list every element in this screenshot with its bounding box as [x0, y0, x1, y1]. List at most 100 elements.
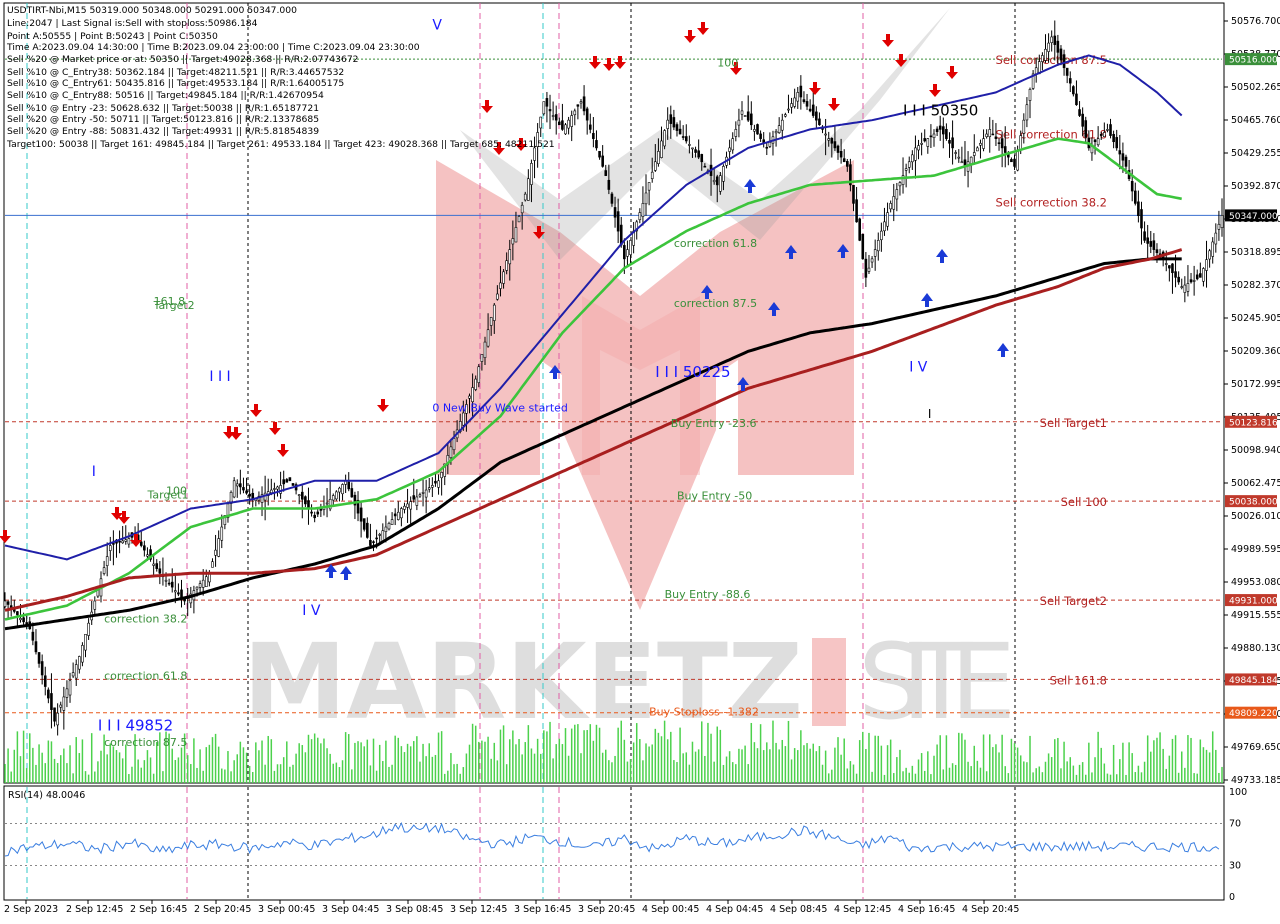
candle-body	[211, 561, 214, 568]
candle-body	[1192, 280, 1196, 282]
candle-body	[976, 147, 979, 152]
candle-body	[793, 97, 796, 107]
candle-body	[288, 477, 292, 482]
y-tick-label: 49733.185	[1231, 775, 1280, 786]
candle-body	[56, 712, 59, 726]
candle-body	[802, 99, 806, 102]
sell-arrow-shaft	[688, 30, 692, 37]
candle-body	[418, 494, 422, 497]
candle-body	[1093, 139, 1097, 143]
candle-body	[297, 494, 301, 496]
y-tick-label: 50392.870	[1231, 181, 1280, 192]
candle-body	[951, 137, 954, 149]
candle-body	[381, 530, 385, 542]
candle-body	[1016, 150, 1019, 171]
candle-body	[93, 600, 97, 610]
chart-annotation: correction 61.8	[674, 237, 757, 250]
candle-body	[1143, 231, 1146, 241]
candle-body	[338, 487, 341, 493]
candle-body	[40, 661, 44, 676]
x-tick-label: 3 Sep 04:45	[322, 904, 379, 915]
level-label: Sell correction 38.2	[996, 195, 1107, 209]
chart-annotation: Buy Entry -88.6	[665, 588, 751, 601]
candle-body	[310, 511, 313, 514]
level-label: Sell 161.8	[1050, 673, 1107, 687]
x-tick-label: 4 Sep 08:45	[770, 904, 827, 915]
candle-body	[777, 125, 781, 134]
candle-body	[960, 161, 964, 164]
candle-body	[78, 656, 81, 670]
candle-body	[737, 119, 741, 126]
candle-body	[304, 496, 307, 505]
candle-body	[300, 491, 304, 500]
candle-body	[870, 258, 874, 263]
candle-body	[170, 581, 174, 588]
buy-arrow-shaft	[841, 251, 845, 258]
candle-body	[610, 193, 614, 204]
candle-body	[839, 150, 843, 158]
candle-body	[954, 152, 957, 154]
candle-body	[880, 230, 883, 241]
candle-body	[155, 563, 159, 569]
candle-body	[657, 151, 660, 164]
chart-annotation: I I I 50225	[655, 363, 730, 381]
candle-body	[654, 161, 657, 171]
rsi-level-label: 100	[1229, 787, 1247, 798]
chart-annotation: I I I	[209, 369, 230, 385]
y-tick-label: 49989.595	[1231, 544, 1280, 555]
candle-body	[873, 249, 877, 257]
sell-arrow-shaft	[485, 100, 489, 107]
header-line: Sell %10 @ Entry -23: 50628.632 || Targe…	[7, 103, 319, 114]
header-line: Sell %10 @ C_Entry38: 50362.184 || Targe…	[7, 67, 344, 78]
candle-body	[59, 704, 63, 708]
candle-body	[898, 182, 902, 187]
candle-body	[1099, 133, 1103, 136]
candle-body	[431, 485, 434, 488]
candle-body	[245, 490, 248, 494]
candle-body	[1112, 133, 1115, 143]
candle-body	[359, 507, 363, 522]
sell-arrow-shaft	[234, 427, 238, 434]
candle-body	[232, 480, 236, 498]
candle-body	[982, 138, 985, 149]
candle-body	[1177, 276, 1180, 283]
candle-body	[341, 484, 344, 495]
candle-body	[570, 115, 573, 127]
candle-body	[790, 103, 793, 108]
candle-body	[177, 592, 180, 595]
candle-body	[759, 133, 762, 139]
candle-body	[551, 115, 555, 117]
candle-body	[691, 147, 694, 150]
candle-body	[74, 664, 78, 679]
candle-body	[1211, 241, 1215, 257]
candle-body	[697, 150, 700, 158]
candle-body	[554, 114, 558, 121]
candle-body	[926, 138, 930, 147]
candle-body	[883, 221, 886, 232]
candle-body	[796, 92, 800, 102]
candle-body	[567, 119, 570, 129]
candle-body	[911, 154, 914, 163]
candle-body	[400, 508, 403, 519]
candle-body	[316, 511, 320, 515]
candle-body	[935, 128, 939, 133]
candle-body	[1171, 263, 1174, 274]
chart-annotation: I V	[302, 603, 321, 619]
candle-body	[508, 249, 512, 265]
candle-body	[564, 124, 567, 135]
candle-body	[235, 483, 239, 487]
candle-body	[146, 554, 149, 557]
candle-body	[195, 586, 199, 590]
candle-body	[700, 154, 704, 163]
candle-body	[669, 114, 673, 124]
candle-body	[1168, 265, 1171, 269]
y-tick-label: 50245.905	[1231, 313, 1280, 324]
candle-body	[598, 150, 601, 158]
candle-body	[740, 110, 744, 115]
x-tick-label: 4 Sep 00:45	[642, 904, 699, 915]
candle-body	[1214, 232, 1218, 245]
candle-body	[855, 199, 858, 223]
candle-body	[811, 104, 815, 116]
candle-body	[124, 539, 128, 542]
candle-body	[684, 136, 688, 142]
